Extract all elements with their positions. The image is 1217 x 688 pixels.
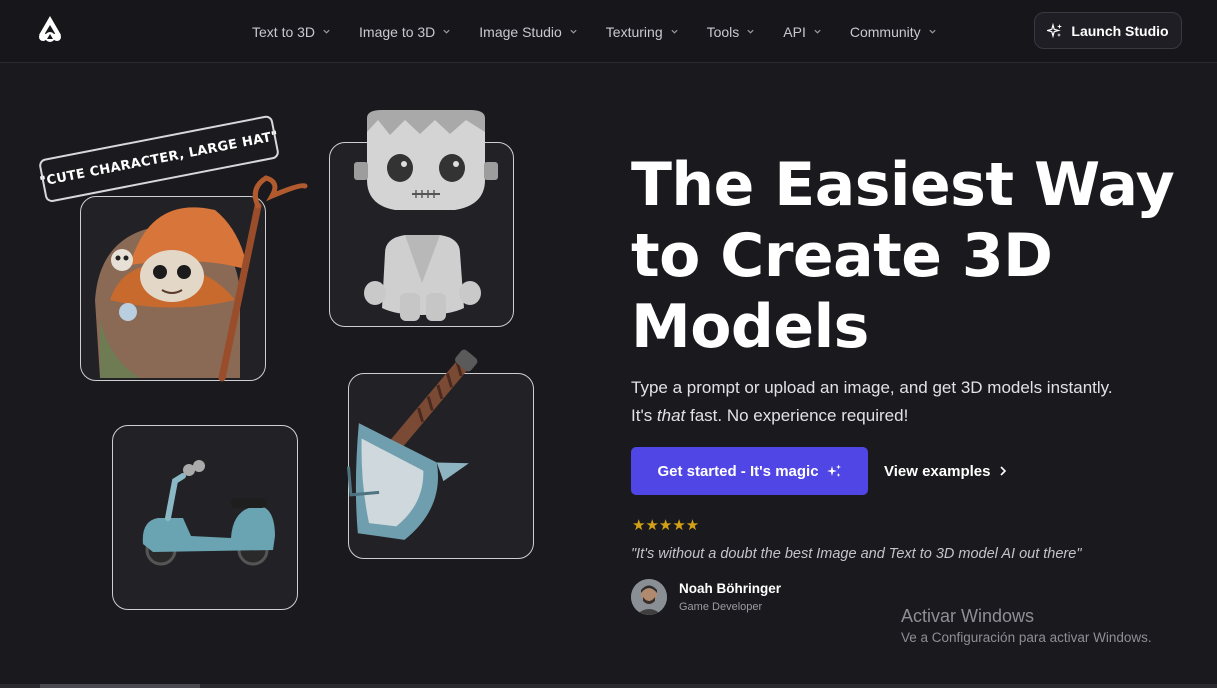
chevron-down-icon bbox=[443, 29, 450, 34]
nav-menu: Text to 3D Image to 3D Image Studio Text… bbox=[252, 0, 965, 63]
launch-studio-label: Launch Studio bbox=[1071, 22, 1169, 39]
nav-item-label: Image to 3D bbox=[359, 23, 436, 40]
logo-icon[interactable] bbox=[36, 14, 64, 44]
hero-headline: The Easiest Way to Create 3D Models bbox=[631, 150, 1201, 363]
rating-stars: ★★★★★ bbox=[632, 518, 701, 534]
sparkles-icon bbox=[1047, 22, 1063, 38]
windows-activation-title: Activar Windows bbox=[901, 606, 1035, 626]
nav-item-label: Texturing bbox=[605, 23, 663, 40]
frankenstein-model-card[interactable] bbox=[329, 142, 514, 327]
windows-activation-subtitle: Ve a Configuración para activar Windows. bbox=[901, 630, 1152, 645]
nav-item-api[interactable]: API bbox=[783, 24, 822, 40]
testimonial-quote: "It's without a doubt the best Image and… bbox=[631, 546, 1082, 562]
testimonial-author: Noah Böhringer bbox=[679, 581, 782, 596]
chevron-down-icon bbox=[747, 29, 754, 34]
subtitle-line-2a: It's bbox=[631, 406, 657, 425]
nav-item-label: Tools bbox=[706, 23, 740, 40]
axe-model-card[interactable] bbox=[348, 373, 534, 559]
chevron-down-icon bbox=[323, 29, 330, 34]
launch-studio-button[interactable]: Launch Studio bbox=[1034, 12, 1182, 49]
nav-item-label: Community bbox=[849, 23, 921, 40]
nav-item-community[interactable]: Community bbox=[850, 24, 937, 40]
get-started-label: Get started - It's magic bbox=[657, 462, 819, 480]
sparkles-icon bbox=[826, 464, 841, 477]
headline-line-2: to Create 3D bbox=[631, 221, 1053, 291]
wizard-model-card[interactable] bbox=[80, 196, 266, 381]
prompt-tag: "CUTE CHARACTER, LARGE HAT" bbox=[38, 114, 281, 204]
view-examples-link[interactable]: View examples bbox=[884, 447, 1008, 495]
nav-item-texturing[interactable]: Texturing bbox=[606, 24, 679, 40]
chevron-right-icon bbox=[1000, 466, 1007, 476]
subtitle-emphasis: that bbox=[656, 406, 686, 425]
view-examples-label: View examples bbox=[884, 462, 991, 480]
chevron-down-icon bbox=[570, 29, 577, 34]
subtitle-line-1: Type a prompt or upload an image, and ge… bbox=[631, 378, 1113, 397]
nav-item-tools[interactable]: Tools bbox=[707, 24, 756, 40]
scrollbar-thumb[interactable] bbox=[40, 684, 200, 688]
subtitle-line-2b: fast. No experience required! bbox=[685, 406, 909, 425]
avatar bbox=[631, 579, 667, 615]
hero-subtitle: Type a prompt or upload an image, and ge… bbox=[631, 374, 1191, 430]
headline-line-3: Models bbox=[631, 292, 869, 362]
nav-item-image-studio[interactable]: Image Studio bbox=[479, 24, 578, 40]
scooter-model-image bbox=[142, 460, 275, 566]
frankenstein-model-image bbox=[364, 235, 481, 321]
chevron-down-icon bbox=[670, 29, 678, 34]
avatar-image bbox=[631, 579, 667, 615]
scooter-model-card[interactable] bbox=[112, 425, 298, 610]
nav-item-label: Text to 3D bbox=[252, 23, 316, 40]
nav-item-image-to-3d[interactable]: Image to 3D bbox=[359, 24, 451, 40]
nav-item-label: Image Studio bbox=[479, 23, 562, 40]
nav-item-text-to-3d[interactable]: Text to 3D bbox=[252, 24, 331, 40]
top-nav: Text to 3D Image to 3D Image Studio Text… bbox=[0, 0, 1217, 63]
headline-line-1: The Easiest Way bbox=[631, 150, 1175, 220]
get-started-button[interactable]: Get started - It's magic bbox=[631, 447, 868, 495]
nav-item-label: API bbox=[783, 23, 806, 40]
rating-stars-glyphs: ★★★★★ bbox=[632, 517, 700, 534]
testimonial-role: Game Developer bbox=[679, 601, 763, 613]
chevron-down-icon bbox=[814, 29, 821, 34]
chevron-down-icon bbox=[929, 29, 936, 34]
